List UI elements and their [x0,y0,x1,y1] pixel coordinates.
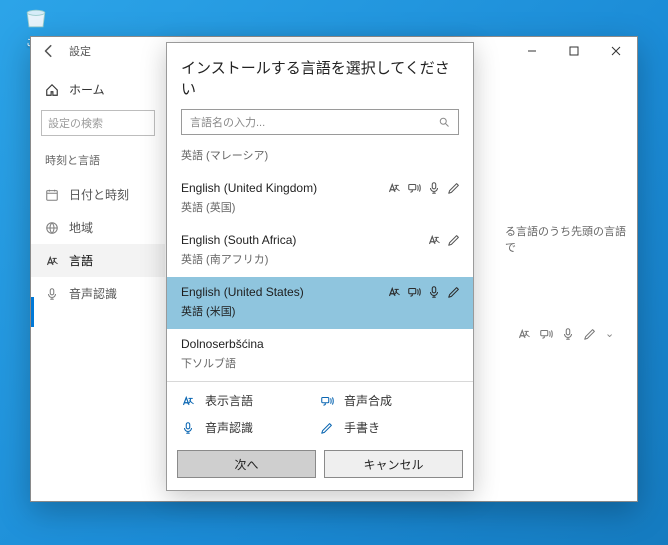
legend-label: 音声合成 [344,392,392,409]
globe-icon [45,221,59,235]
legend-speech: 音声認識 [181,419,320,436]
sidebar-active-indicator [31,297,34,327]
close-button[interactable] [595,37,637,65]
sidebar: ホーム 設定の検索 時刻と言語 日付と時刻 地域 言語 音声認識 [31,65,165,501]
sidebar-item-language[interactable]: 言語 [31,244,165,277]
legend-label: 手書き [344,419,380,436]
sidebar-item-label: 日付と時刻 [69,186,129,203]
language-name-native: 下ソルブ語 [181,355,459,371]
sidebar-section-header: 時刻と言語 [31,148,165,178]
microphone-icon [427,285,441,299]
recycle-bin-icon [22,4,50,32]
sidebar-item-label: 音声認識 [69,285,117,302]
language-row[interactable]: English (United Kingdom)英語 (英国) [167,173,473,225]
legend-display: 表示言語 [181,392,320,409]
language-row[interactable]: English (United States)英語 (米国) [167,277,473,329]
button-label: キャンセル [363,456,423,473]
cancel-button[interactable]: キャンセル [324,450,463,478]
maximize-button[interactable] [553,37,595,65]
language-row[interactable]: English (South Africa) 英語 (南アフリカ) [167,225,473,277]
sidebar-search[interactable]: 設定の検索 [41,110,155,136]
language-name-en: Dolnoserbšćina [181,337,459,351]
language-icon [45,254,59,268]
language-row[interactable]: 英語 (マレーシア) [167,147,473,173]
legend-tts: 音声合成 [320,392,459,409]
microphone-icon [181,421,195,435]
tts-icon [407,181,421,195]
minimize-button[interactable] [511,37,553,65]
handwriting-icon [447,233,461,247]
language-search-input[interactable]: 言語名の入力... [181,109,459,135]
dialog-buttons: 次へ キャンセル [167,444,473,490]
sidebar-item-label: 地域 [69,219,93,236]
feature-legend: 表示言語 音声合成 音声認識 手書き [167,381,473,444]
handwriting-icon [320,421,334,435]
tts-icon [539,327,553,341]
search-icon [438,116,450,128]
handwriting-icon [447,181,461,195]
microphone-icon [561,327,575,341]
chevron-icon: ⌄ [605,327,619,341]
sidebar-item-speech[interactable]: 音声認識 [31,277,165,310]
sidebar-search-placeholder: 設定の検索 [48,115,103,131]
language-icon [517,327,531,341]
home-icon [45,83,59,97]
home-label: ホーム [69,81,105,98]
next-button[interactable]: 次へ [177,450,316,478]
sidebar-item-label: 言語 [69,252,93,269]
button-label: 次へ [234,456,258,473]
language-icon [387,181,401,195]
legend-label: 表示言語 [205,392,253,409]
microphone-icon [45,287,59,301]
legend-handwriting: 手書き [320,419,459,436]
language-name-en: English (South Africa) [181,233,459,247]
language-name-native: 英語 (南アフリカ) [181,251,459,267]
language-list[interactable]: 英語 (マレーシア) English (United Kingdom)英語 (英国… [167,143,473,381]
calendar-icon [45,188,59,202]
language-row[interactable]: Dolnoserbšćina 下ソルブ語 [167,329,473,381]
language-name-native: 英語 (マレーシア) [181,147,459,163]
language-icon [427,233,441,247]
language-name-native: 英語 (英国) [181,199,459,215]
main-hint-text: る言語のうち先頭の言語で [505,223,627,255]
handwriting-icon [583,327,597,341]
language-icon [387,285,401,299]
microphone-icon [427,181,441,195]
main-feature-row: ⌄ [517,327,619,341]
tts-icon [407,285,421,299]
nav-home[interactable]: ホーム [31,75,165,104]
sidebar-item-region[interactable]: 地域 [31,211,165,244]
legend-label: 音声認識 [205,419,253,436]
handwriting-icon [447,285,461,299]
tts-icon [320,394,334,408]
window-title: 設定 [67,43,91,59]
add-language-dialog: インストールする言語を選択してください 言語名の入力... 英語 (マレーシア)… [166,42,474,491]
language-icon [181,394,195,408]
language-features [427,233,461,247]
sidebar-item-datetime[interactable]: 日付と時刻 [31,178,165,211]
language-name-native: 英語 (米国) [181,303,459,319]
dialog-title: インストールする言語を選択してください [167,43,473,109]
language-features [387,181,461,195]
search-placeholder: 言語名の入力... [190,114,438,130]
back-button[interactable] [31,37,67,65]
language-features [387,285,461,299]
